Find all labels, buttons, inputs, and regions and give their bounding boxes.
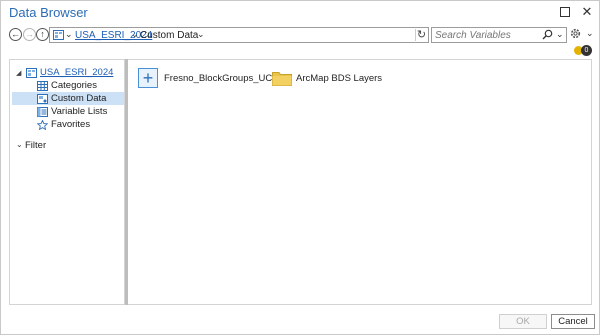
- content-item-fresno[interactable]: Fresno_BlockGroups_UCRev: [164, 73, 289, 84]
- address-root-chevron-icon[interactable]: ⌄: [65, 29, 73, 40]
- tree-item-custom-data[interactable]: Custom Data: [12, 92, 124, 105]
- window-title: Data Browser: [9, 5, 88, 20]
- database-icon: [53, 30, 64, 40]
- maximize-icon[interactable]: [557, 4, 573, 20]
- ok-button[interactable]: OK: [499, 314, 547, 329]
- content-item-arcmap-bds-layers[interactable]: ArcMap BDS Layers: [296, 73, 382, 84]
- cancel-button[interactable]: Cancel: [551, 314, 595, 329]
- tree-item-label: Favorites: [51, 119, 91, 130]
- tree-root[interactable]: ◢ USA_ESRI_2024: [12, 66, 124, 79]
- category-tree-panel: ◢ USA_ESRI_2024 Categories Custom Data V…: [9, 59, 125, 305]
- filter-label: Filter: [25, 140, 47, 151]
- notification-indicator[interactable]: 0: [574, 45, 594, 57]
- forward-icon[interactable]: →: [23, 28, 36, 41]
- tree-item-label: Variable Lists: [51, 106, 108, 117]
- notification-count: 0: [581, 45, 592, 56]
- list-icon: [37, 106, 48, 117]
- search-box[interactable]: ⌄: [431, 27, 567, 43]
- breadcrumb-chevron-icon[interactable]: ⌄: [131, 29, 139, 40]
- collapse-triangle-icon[interactable]: ◢: [16, 69, 21, 77]
- tree-item-categories[interactable]: Categories: [12, 79, 124, 92]
- add-icon[interactable]: +: [138, 68, 158, 88]
- folder-icon[interactable]: [272, 70, 292, 86]
- chevron-down-icon[interactable]: ⌄: [16, 140, 23, 149]
- title-bar: Data Browser ✕: [1, 1, 599, 23]
- custom-data-icon: [37, 93, 48, 104]
- star-icon: [37, 119, 48, 130]
- database-icon: [26, 67, 37, 78]
- tree-item-label: Custom Data: [51, 93, 107, 104]
- gear-icon[interactable]: [569, 27, 582, 40]
- grid-icon: [37, 80, 48, 91]
- content-panel: + Fresno_BlockGroups_UCRev ArcMap BDS La…: [128, 59, 592, 305]
- back-icon[interactable]: ←: [9, 28, 22, 41]
- refresh-icon[interactable]: ↻: [415, 29, 427, 41]
- tree-item-favorites[interactable]: Favorites: [12, 118, 124, 131]
- close-icon[interactable]: ✕: [579, 4, 595, 20]
- search-icon[interactable]: [542, 29, 553, 40]
- data-browser-window: Data Browser ✕ ← → ↑ ⌄ USA_ESRI_2024 ⌄ C…: [0, 0, 600, 335]
- breadcrumb-current[interactable]: Custom Data: [140, 30, 198, 41]
- breadcrumb-current-chevron-icon[interactable]: ⌄: [197, 29, 205, 40]
- search-options-chevron-icon[interactable]: ⌄: [556, 29, 564, 40]
- search-input[interactable]: [435, 29, 535, 41]
- tree-root-label[interactable]: USA_ESRI_2024: [40, 67, 113, 78]
- up-icon[interactable]: ↑: [36, 28, 49, 41]
- settings-chevron-icon[interactable]: ⌄: [586, 28, 594, 39]
- tree-item-label: Categories: [51, 80, 97, 91]
- filter-section-toggle[interactable]: ⌄ Filter: [12, 140, 124, 152]
- address-bar[interactable]: ⌄ USA_ESRI_2024 ⌄ Custom Data ⌄ ↻: [49, 27, 429, 43]
- tree-item-variable-lists[interactable]: Variable Lists: [12, 105, 124, 118]
